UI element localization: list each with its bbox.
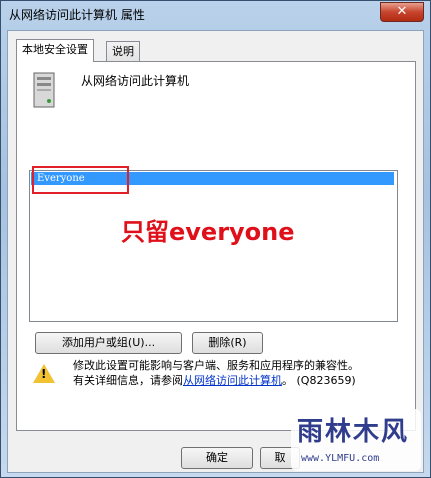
kb-reference: 。 (Q823659) xyxy=(282,374,356,387)
tab-explain[interactable]: 说明 xyxy=(106,41,140,62)
remove-button[interactable]: 删除(R) xyxy=(192,332,263,354)
watermark-logo: 雨林木风 www.YLMFU.com xyxy=(291,409,421,471)
help-link[interactable]: 从网络访问此计算机 xyxy=(183,374,282,387)
window-title: 从网络访问此计算机 属性 xyxy=(9,8,145,22)
policy-name: 从网络访问此计算机 xyxy=(81,74,190,88)
dialog-client: 本地安全设置 说明 从网络访问此计算机 Everyone 只留everyone … xyxy=(7,30,424,473)
warning-prefix: 有关详细信息，请参阅 xyxy=(73,374,183,387)
warning-message: 修改此设置可能影响与客户端、服务和应用程序的兼容性。 有关详细信息，请参阅从网络… xyxy=(73,358,403,388)
watermark-title: 雨林木风 xyxy=(297,417,410,447)
watermark-url: www.YLMFU.com xyxy=(301,453,380,464)
server-icon xyxy=(33,72,55,108)
tab-panel: 从网络访问此计算机 Everyone 只留everyone 添加用户或组(U).… xyxy=(16,61,416,431)
add-user-or-group-button[interactable]: 添加用户或组(U)... xyxy=(35,332,182,354)
annotation-highlight-box xyxy=(32,166,129,194)
title-bar[interactable]: 从网络访问此计算机 属性 ✕ xyxy=(1,1,430,27)
ok-button[interactable]: 确定 xyxy=(181,447,253,469)
warning-line-2: 有关详细信息，请参阅从网络访问此计算机。 (Q823659) xyxy=(73,373,403,388)
properties-window: 从网络访问此计算机 属性 ✕ 本地安全设置 说明 从网络访问此计算机 Every… xyxy=(0,0,431,478)
warning-line-1: 修改此设置可能影响与客户端、服务和应用程序的兼容性。 xyxy=(73,359,359,372)
tab-local-security-setting[interactable]: 本地安全设置 xyxy=(16,39,94,62)
close-button[interactable]: ✕ xyxy=(380,2,424,22)
warning-exclamation: ! xyxy=(41,367,47,381)
annotation-text: 只留everyone xyxy=(121,218,295,246)
